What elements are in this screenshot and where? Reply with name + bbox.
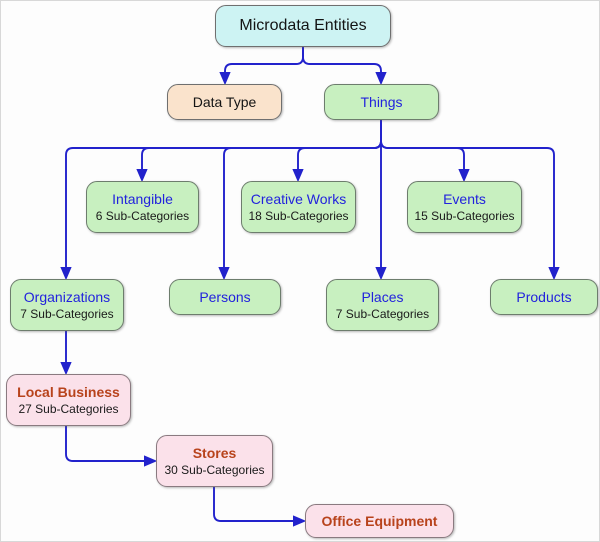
node-subcategory-count: 7 Sub-Categories <box>20 306 114 321</box>
node-title: Microdata Entities <box>239 16 367 34</box>
node-places[interactable]: Places 7 Sub-Categories <box>326 279 439 331</box>
edge-microdata-to-datatype <box>219 47 304 86</box>
node-subcategory-count: 18 Sub-Categories <box>248 208 349 223</box>
node-title: Intangible <box>112 190 173 207</box>
node-persons[interactable]: Persons <box>169 279 281 315</box>
edge-microdata-to-things <box>302 47 387 86</box>
node-title: Creative Works <box>250 190 347 207</box>
edge-layer <box>60 47 560 527</box>
node-subcategory-count: 7 Sub-Categories <box>335 306 430 321</box>
node-subcategory-count: 6 Sub-Categories <box>95 208 190 223</box>
node-subcategory-count: 27 Sub-Categories <box>18 401 119 416</box>
node-title: Places <box>361 288 404 305</box>
node-things[interactable]: Things <box>324 84 439 120</box>
node-title: Organizations <box>23 288 111 305</box>
node-title: Products <box>516 288 572 305</box>
node-intangible[interactable]: Intangible 6 Sub-Categories <box>86 181 199 233</box>
node-subcategory-count: 15 Sub-Categories <box>414 208 515 223</box>
node-title: Things <box>360 93 403 110</box>
node-microdata-entities[interactable]: Microdata Entities <box>215 5 391 47</box>
node-title: Office Equipment <box>321 512 438 529</box>
node-organizations[interactable]: Organizations 7 Sub-Categories <box>10 279 124 331</box>
node-local-business[interactable]: Local Business 27 Sub-Categories <box>6 374 131 426</box>
node-title: Local Business <box>17 383 120 400</box>
node-products[interactable]: Products <box>490 279 598 315</box>
edge-things-to-events <box>380 120 470 183</box>
edge-local-business-to-stores <box>65 426 158 467</box>
node-title: Events <box>443 190 486 207</box>
node-office-equipment[interactable]: Office Equipment <box>305 504 454 538</box>
diagram-canvas: Microdata Entities Data Type Things Inta… <box>0 0 600 542</box>
edge-things-to-creative-works <box>292 120 382 183</box>
node-subcategory-count: 30 Sub-Categories <box>164 462 265 477</box>
node-events[interactable]: Events 15 Sub-Categories <box>407 181 522 233</box>
node-creative-works[interactable]: Creative Works 18 Sub-Categories <box>241 181 356 233</box>
node-title: Persons <box>199 288 251 305</box>
node-title: Data Type <box>192 93 257 110</box>
node-title: Stores <box>192 444 237 461</box>
edge-things-to-intangible <box>136 120 382 183</box>
node-stores[interactable]: Stores 30 Sub-Categories <box>156 435 273 487</box>
edge-stores-to-office-equipment <box>213 487 307 527</box>
node-data-type[interactable]: Data Type <box>167 84 282 120</box>
